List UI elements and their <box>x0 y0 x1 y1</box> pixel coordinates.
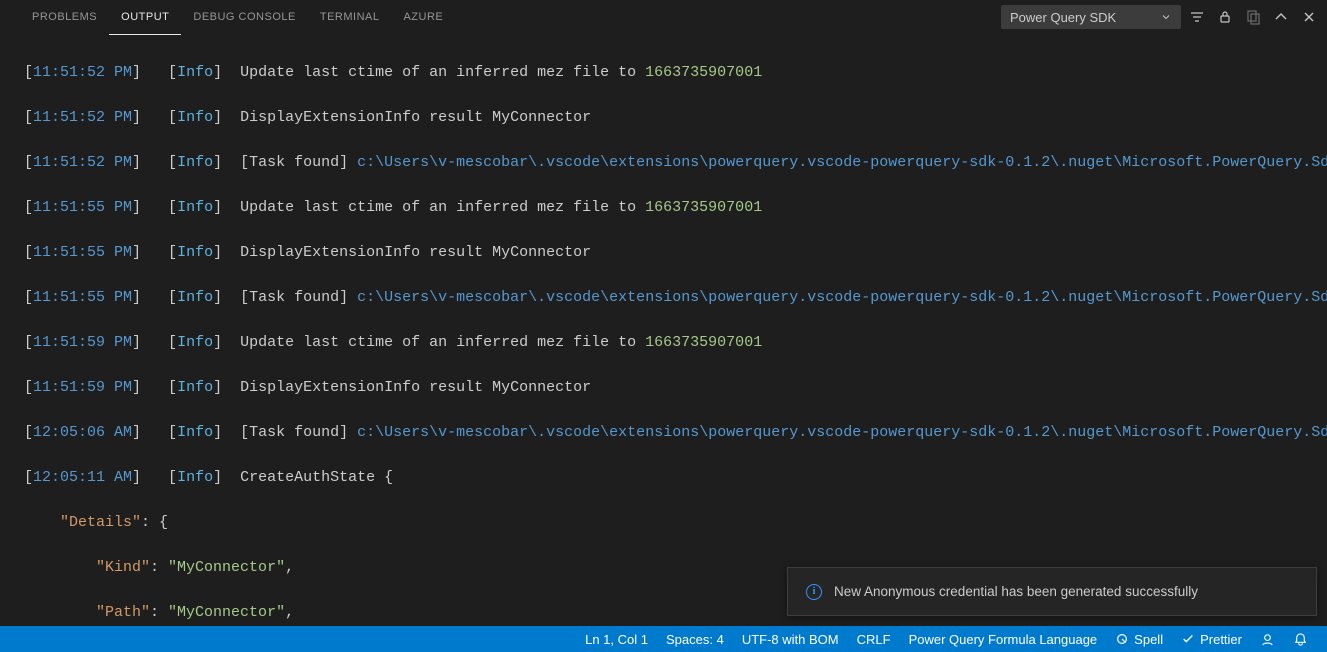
status-eol[interactable]: CRLF <box>848 626 900 652</box>
chevron-down-icon <box>1160 11 1172 23</box>
status-indent[interactable]: Spaces: 4 <box>657 626 733 652</box>
tab-azure[interactable]: AZURE <box>391 0 455 35</box>
status-encoding[interactable]: UTF-8 with BOM <box>733 626 848 652</box>
status-prettier-label: Prettier <box>1200 632 1242 647</box>
status-bar: Ln 1, Col 1 Spaces: 4 UTF-8 with BOM CRL… <box>0 626 1327 652</box>
tab-terminal[interactable]: TERMINAL <box>308 0 392 35</box>
output-content[interactable]: [11:51:52 PM] [Info] Update last ctime o… <box>0 35 1327 626</box>
status-feedback-icon[interactable] <box>1251 626 1284 652</box>
output-channel-label: Power Query SDK <box>1010 10 1116 25</box>
status-spell-label: Spell <box>1134 632 1163 647</box>
status-language[interactable]: Power Query Formula Language <box>900 626 1107 652</box>
clear-output-icon[interactable] <box>1245 9 1261 25</box>
panel-action-icons <box>1189 9 1317 25</box>
filter-icon[interactable] <box>1189 9 1205 25</box>
tab-problems[interactable]: PROBLEMS <box>20 0 109 35</box>
status-prettier[interactable]: Prettier <box>1172 626 1251 652</box>
chevron-up-icon[interactable] <box>1273 9 1289 25</box>
output-channel-select[interactable]: Power Query SDK <box>1001 5 1181 29</box>
panel-tabs: PROBLEMS OUTPUT DEBUG CONSOLE TERMINAL A… <box>20 0 455 35</box>
info-icon: i <box>806 584 822 600</box>
notification-toast[interactable]: i New Anonymous credential has been gene… <box>787 567 1317 616</box>
panel-header: PROBLEMS OUTPUT DEBUG CONSOLE TERMINAL A… <box>0 0 1327 35</box>
tab-debug-console[interactable]: DEBUG CONSOLE <box>181 0 307 35</box>
status-bell-icon[interactable] <box>1284 626 1317 652</box>
status-spell[interactable]: Spell <box>1106 626 1172 652</box>
close-panel-icon[interactable] <box>1301 9 1317 25</box>
lock-icon[interactable] <box>1217 9 1233 25</box>
notification-text: New Anonymous credential has been genera… <box>834 584 1198 599</box>
tab-output[interactable]: OUTPUT <box>109 0 181 35</box>
status-line-col[interactable]: Ln 1, Col 1 <box>576 626 657 652</box>
